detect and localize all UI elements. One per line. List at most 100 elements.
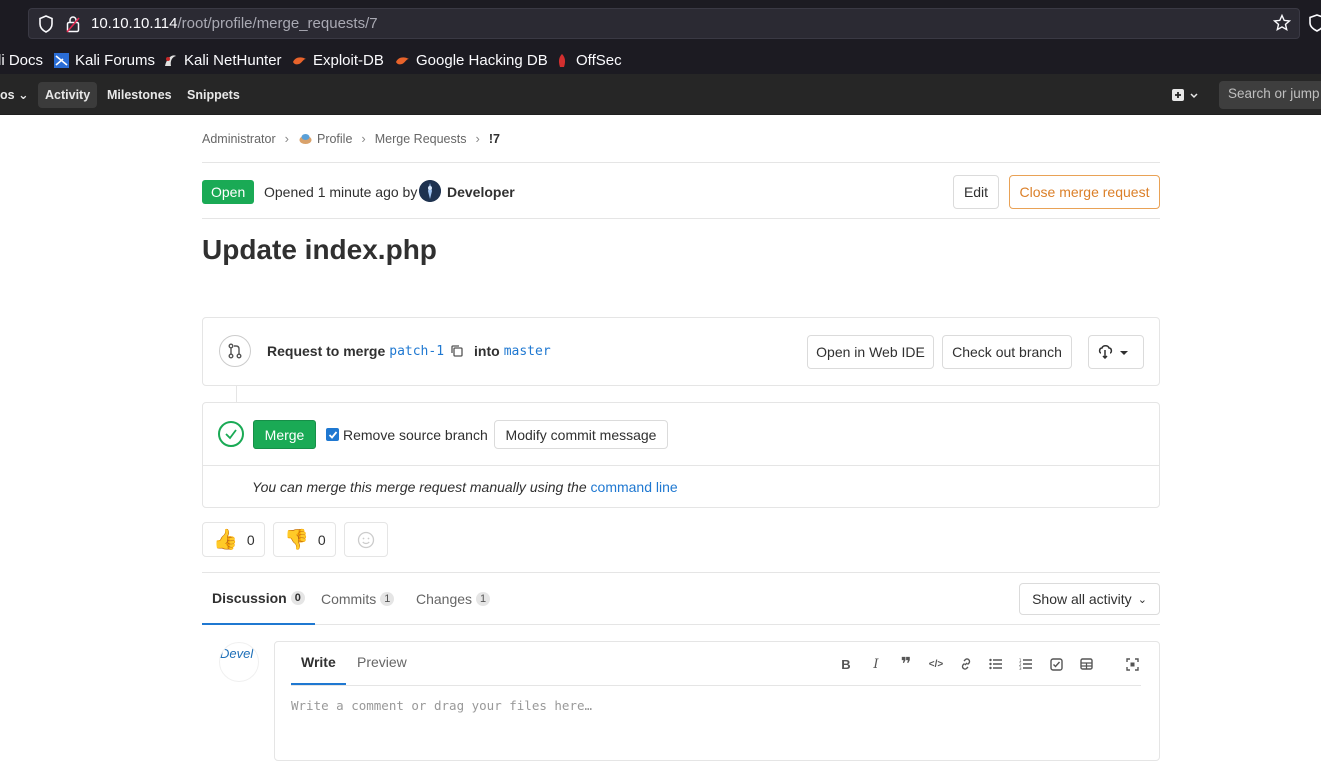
copy-icon[interactable]: [450, 344, 464, 358]
divider: [202, 218, 1160, 219]
nav-snippets[interactable]: Snippets: [180, 82, 247, 108]
kali-forums-icon: [54, 52, 69, 68]
breadcrumb-mr-id[interactable]: !7: [489, 132, 500, 146]
divider: [291, 685, 1141, 686]
target-branch[interactable]: master: [504, 344, 551, 359]
tab-discussion[interactable]: Discussion 0: [202, 573, 315, 625]
opened-text: Opened 1 minute ago by: [264, 184, 418, 200]
profile-project-icon: [299, 134, 312, 144]
breadcrumb-administrator[interactable]: Administrator: [202, 132, 276, 146]
tab-commits[interactable]: Commits 1: [311, 573, 404, 624]
chevron-down-icon: ⌄: [1137, 593, 1147, 606]
merge-button[interactable]: Merge: [253, 420, 316, 449]
chevron-right-icon: ›: [284, 131, 289, 146]
manual-merge-message: You can merge this merge request manuall…: [252, 479, 587, 495]
source-branch[interactable]: patch-1: [389, 344, 444, 359]
bookmark-star-icon[interactable]: [1273, 14, 1291, 32]
nav-projects-dropdown[interactable]: os ⌄: [0, 82, 36, 108]
link-icon[interactable]: [958, 656, 974, 672]
insecure-lock-icon[interactable]: [66, 15, 80, 33]
tab-write[interactable]: Write: [291, 642, 346, 685]
bookmark-exploit-db[interactable]: Exploit-DB: [292, 50, 384, 70]
author-avatar[interactable]: [419, 180, 441, 202]
bookmarks-bar: li Docs Kali Forums Kali NetHunter Explo…: [0, 46, 1321, 74]
tab-changes-label: Changes: [416, 590, 473, 607]
chevron-right-icon: ›: [361, 131, 366, 146]
edit-button[interactable]: Edit: [953, 175, 999, 209]
comment-textarea[interactable]: Write a comment or drag your files here…: [291, 698, 592, 713]
divider: [202, 162, 1160, 163]
download-dropdown-button[interactable]: [1088, 335, 1144, 369]
modify-commit-message-button[interactable]: Modify commit message: [494, 420, 668, 449]
add-reaction-button[interactable]: [344, 522, 388, 557]
author-name[interactable]: Developer: [447, 184, 515, 200]
tab-preview[interactable]: Preview: [347, 642, 417, 685]
comment-editor: Write Preview B I ❞ </> 123 Write a comm…: [274, 641, 1160, 761]
task-list-icon[interactable]: [1048, 656, 1064, 672]
activity-filter-label: Show all activity: [1032, 591, 1132, 607]
breadcrumb-merge-requests[interactable]: Merge Requests: [375, 132, 467, 146]
tab-commits-label: Commits: [321, 590, 377, 607]
code-icon[interactable]: </>: [928, 656, 944, 672]
thumbs-up-count: 0: [246, 531, 255, 548]
thumbs-down-count: 0: [317, 531, 326, 548]
connector-line: [236, 386, 237, 402]
bullet-list-icon[interactable]: [988, 656, 1004, 672]
mr-tabs: Discussion 0 Commits 1 Changes 1 Show al…: [202, 572, 1160, 625]
avatar: Devel: [219, 642, 259, 682]
merge-request-info-box: Request to merge patch-1 into master Ope…: [202, 317, 1160, 386]
shield-icon[interactable]: [38, 15, 54, 33]
tab-commits-count: 1: [380, 591, 395, 606]
bookmark-kali-forums[interactable]: Kali Forums: [54, 50, 155, 70]
manual-merge-text: You can merge this merge request manuall…: [252, 479, 678, 495]
into-text: into: [474, 343, 500, 359]
quote-icon[interactable]: ❞: [898, 654, 914, 674]
nav-activity[interactable]: Activity: [38, 82, 98, 108]
bookmark-kali-docs[interactable]: li Docs: [0, 50, 43, 70]
request-prefix: Request to merge: [267, 343, 386, 359]
offsec-icon: [558, 53, 566, 67]
new-item-plus-icon[interactable]: [1170, 86, 1202, 104]
thumbs-down-button[interactable]: 👎 0: [273, 522, 336, 557]
thumbs-up-button[interactable]: 👍 0: [202, 522, 265, 557]
command-line-link[interactable]: command line: [591, 479, 678, 495]
check-circle-icon: [218, 421, 244, 447]
merge-widget: Merge Remove source branch Modify commit…: [202, 402, 1160, 508]
numbered-list-icon[interactable]: 123: [1018, 656, 1034, 672]
bookmark-kali-nethunter[interactable]: Kali NetHunter: [163, 50, 282, 70]
url-text: 10.10.10.114/root/profile/merge_requests…: [91, 15, 378, 32]
activity-filter-dropdown[interactable]: Show all activity ⌄: [1019, 583, 1160, 615]
mr-status-row: Open Opened 1 minute ago by Developer Ed…: [202, 175, 1160, 209]
italic-icon[interactable]: I: [868, 656, 884, 672]
remove-source-branch-checkbox[interactable]: [326, 428, 339, 441]
divider: [203, 465, 1159, 466]
breadcrumb: Administrator › Profile › Merge Requests…: [202, 131, 500, 146]
close-merge-request-button[interactable]: Close merge request: [1009, 175, 1160, 209]
tab-discussion-count: 0: [290, 591, 305, 605]
request-to-merge-text: Request to merge patch-1 into master: [267, 343, 551, 359]
gitlab-navbar: os ⌄ Activity Milestones Snippets Search…: [0, 74, 1321, 115]
chevron-right-icon: ›: [475, 131, 480, 146]
remove-source-branch-label[interactable]: Remove source branch: [343, 427, 488, 443]
browser-toolbar: 10.10.10.114/root/profile/merge_requests…: [0, 0, 1321, 46]
svg-text:3: 3: [1019, 666, 1022, 670]
bold-icon[interactable]: B: [838, 656, 854, 672]
fullscreen-icon[interactable]: [1124, 656, 1140, 672]
thumbs-down-icon: 👎: [284, 529, 309, 551]
tab-changes[interactable]: Changes 1: [406, 573, 500, 624]
exploit-db-icon: [293, 56, 306, 64]
extension-shield-icon[interactable]: [1309, 14, 1321, 32]
chevron-down-icon: ⌄: [18, 88, 29, 102]
bookmark-offsec[interactable]: OffSec: [555, 50, 622, 70]
tab-discussion-label: Discussion: [212, 590, 287, 606]
open-web-ide-button[interactable]: Open in Web IDE: [807, 335, 934, 369]
search-input[interactable]: Search or jump to…: [1219, 81, 1321, 109]
bookmark-google-hacking-db[interactable]: Google Hacking DB: [395, 50, 548, 70]
thumbs-up-icon: 👍: [213, 529, 238, 551]
nav-milestones[interactable]: Milestones: [100, 82, 179, 108]
breadcrumb-profile[interactable]: Profile: [317, 132, 352, 146]
merge-request-icon: [219, 335, 251, 367]
address-bar[interactable]: 10.10.10.114/root/profile/merge_requests…: [28, 8, 1300, 39]
check-out-branch-button[interactable]: Check out branch: [942, 335, 1072, 369]
table-icon[interactable]: [1078, 656, 1094, 672]
